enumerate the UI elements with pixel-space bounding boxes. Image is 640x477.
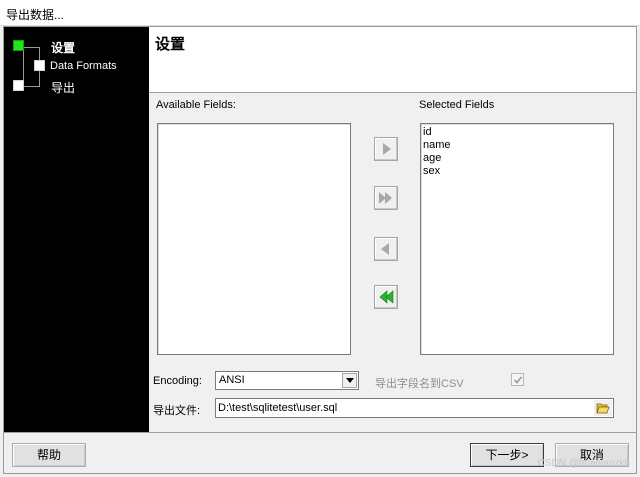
double-arrow-left-icon: [379, 290, 394, 304]
watermark: CSDN @huaqianzkh: [537, 458, 630, 469]
page-title: 设置: [155, 36, 186, 53]
tree-line: [23, 47, 40, 48]
page-header: 设置: [149, 27, 636, 93]
export-file-field[interactable]: [215, 398, 614, 418]
step-indicator-settings: [13, 40, 24, 51]
double-arrow-right-icon: [379, 192, 392, 204]
help-button[interactable]: 帮助: [12, 443, 86, 467]
footer-bar: 帮助 下一步> 取消 CSDN @huaqianzkh: [4, 432, 636, 473]
step-indicator-data-formats: [34, 60, 45, 71]
remove-selected-button[interactable]: [374, 237, 398, 261]
checkmark-icon: [513, 376, 523, 384]
tree-line: [23, 86, 40, 87]
add-all-button[interactable]: [374, 186, 398, 210]
export-file-input[interactable]: [218, 400, 588, 416]
selected-fields-list[interactable]: id name age sex: [420, 123, 614, 355]
chevron-down-icon: [346, 378, 354, 383]
step-data-formats[interactable]: Data Formats: [50, 60, 117, 72]
export-field-names-label: 导出字段名到CSV: [375, 378, 464, 390]
remove-all-button[interactable]: [374, 285, 398, 309]
encoding-select[interactable]: ANSI: [215, 371, 359, 390]
add-selected-button[interactable]: [374, 137, 398, 161]
next-button[interactable]: 下一步>: [470, 443, 544, 467]
step-settings[interactable]: 设置: [51, 39, 75, 56]
selected-fields-label: Selected Fields: [419, 99, 495, 111]
list-item[interactable]: name: [423, 139, 451, 152]
export-file-label: 导出文件:: [153, 405, 201, 417]
available-fields-list[interactable]: [157, 123, 351, 355]
encoding-value: ANSI: [219, 374, 245, 386]
list-item[interactable]: age: [423, 152, 441, 165]
wizard-dialog: 设置 Data Formats 导出 设置 Available Fields: …: [3, 26, 637, 474]
list-item[interactable]: id: [423, 126, 432, 139]
export-field-names-checkbox[interactable]: [511, 373, 524, 386]
arrow-left-icon: [381, 243, 389, 255]
folder-open-icon: [596, 403, 610, 414]
encoding-label: Encoding:: [153, 375, 202, 387]
step-export[interactable]: 导出: [51, 79, 75, 96]
arrow-right-icon: [383, 143, 391, 155]
browse-button[interactable]: [594, 400, 612, 416]
window-titlebar: 导出数据...: [0, 0, 640, 26]
step-indicator-export: [13, 80, 24, 91]
available-fields-label: Available Fields:: [156, 99, 236, 111]
window-title: 导出数据...: [6, 8, 65, 22]
wizard-steps-panel: 设置 Data Formats 导出: [4, 27, 149, 432]
encoding-dropdown-button[interactable]: [342, 373, 357, 388]
list-item[interactable]: sex: [423, 165, 440, 178]
